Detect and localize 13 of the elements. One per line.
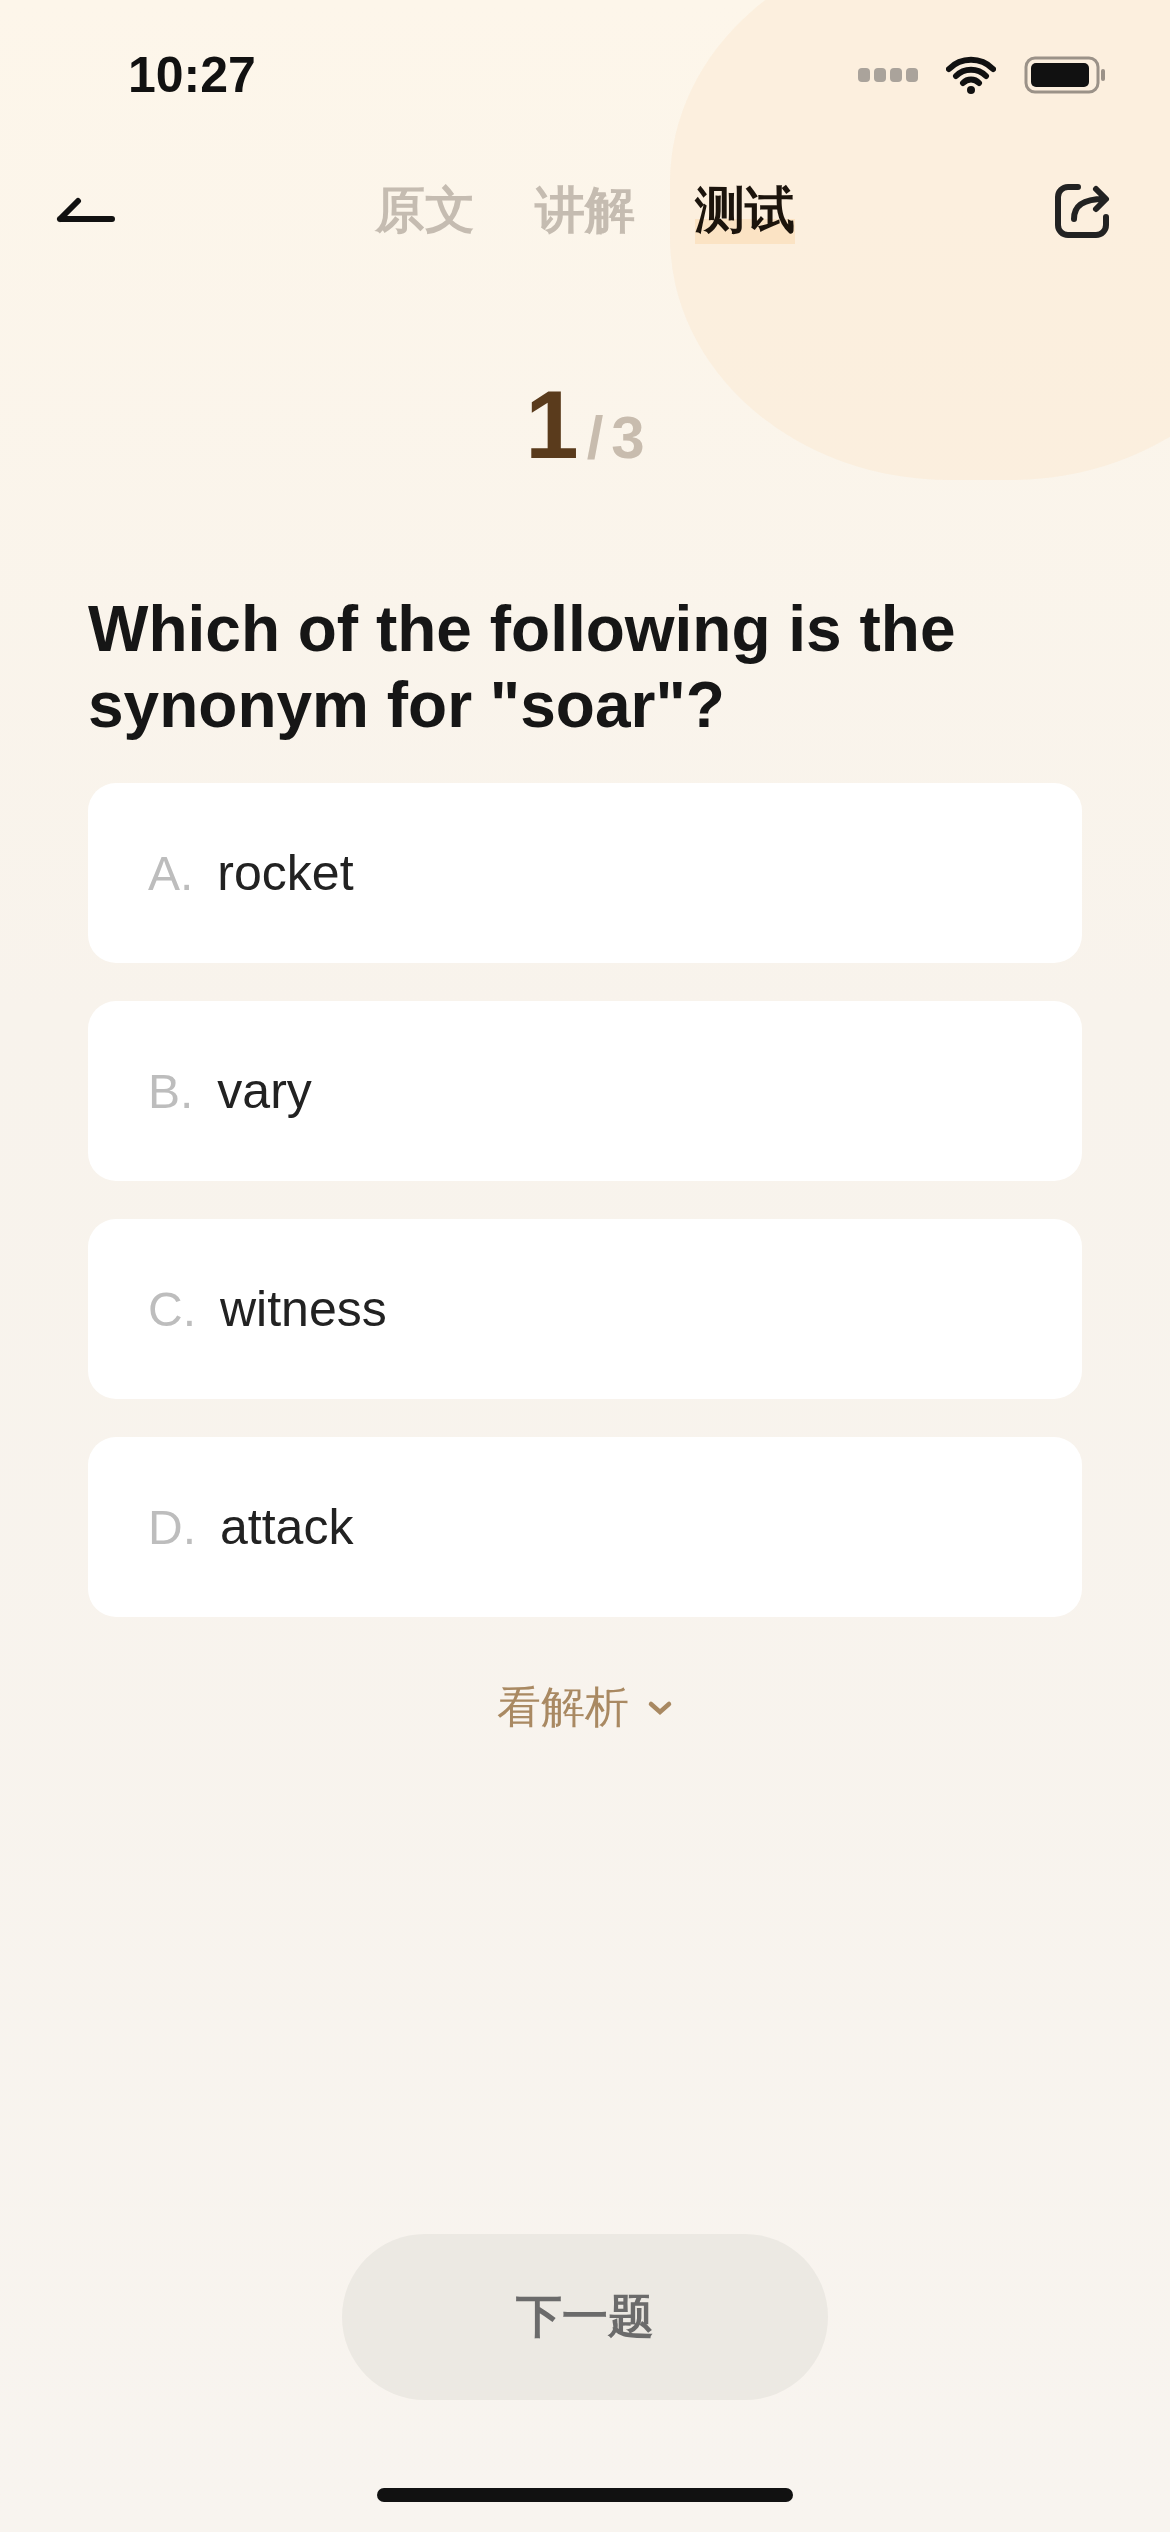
separator-slash: / — [586, 403, 604, 472]
battery-icon — [1024, 56, 1106, 94]
status-time: 10:27 — [128, 46, 256, 104]
question-text: Which of the following is the synonym for "soar"? — [88, 592, 957, 743]
current-question-number: 1 — [525, 370, 579, 480]
answer-option[interactable]: D. attack — [88, 1437, 1082, 1618]
total-question-count: 3 — [611, 403, 645, 472]
answer-option[interactable]: B. vary — [88, 1001, 1082, 1182]
signal-icon — [858, 68, 918, 82]
wifi-icon — [946, 56, 996, 94]
answer-option[interactable]: C. witness — [88, 1219, 1082, 1400]
back-icon[interactable] — [56, 195, 116, 225]
answer-option[interactable]: A. rocket — [88, 783, 1082, 964]
